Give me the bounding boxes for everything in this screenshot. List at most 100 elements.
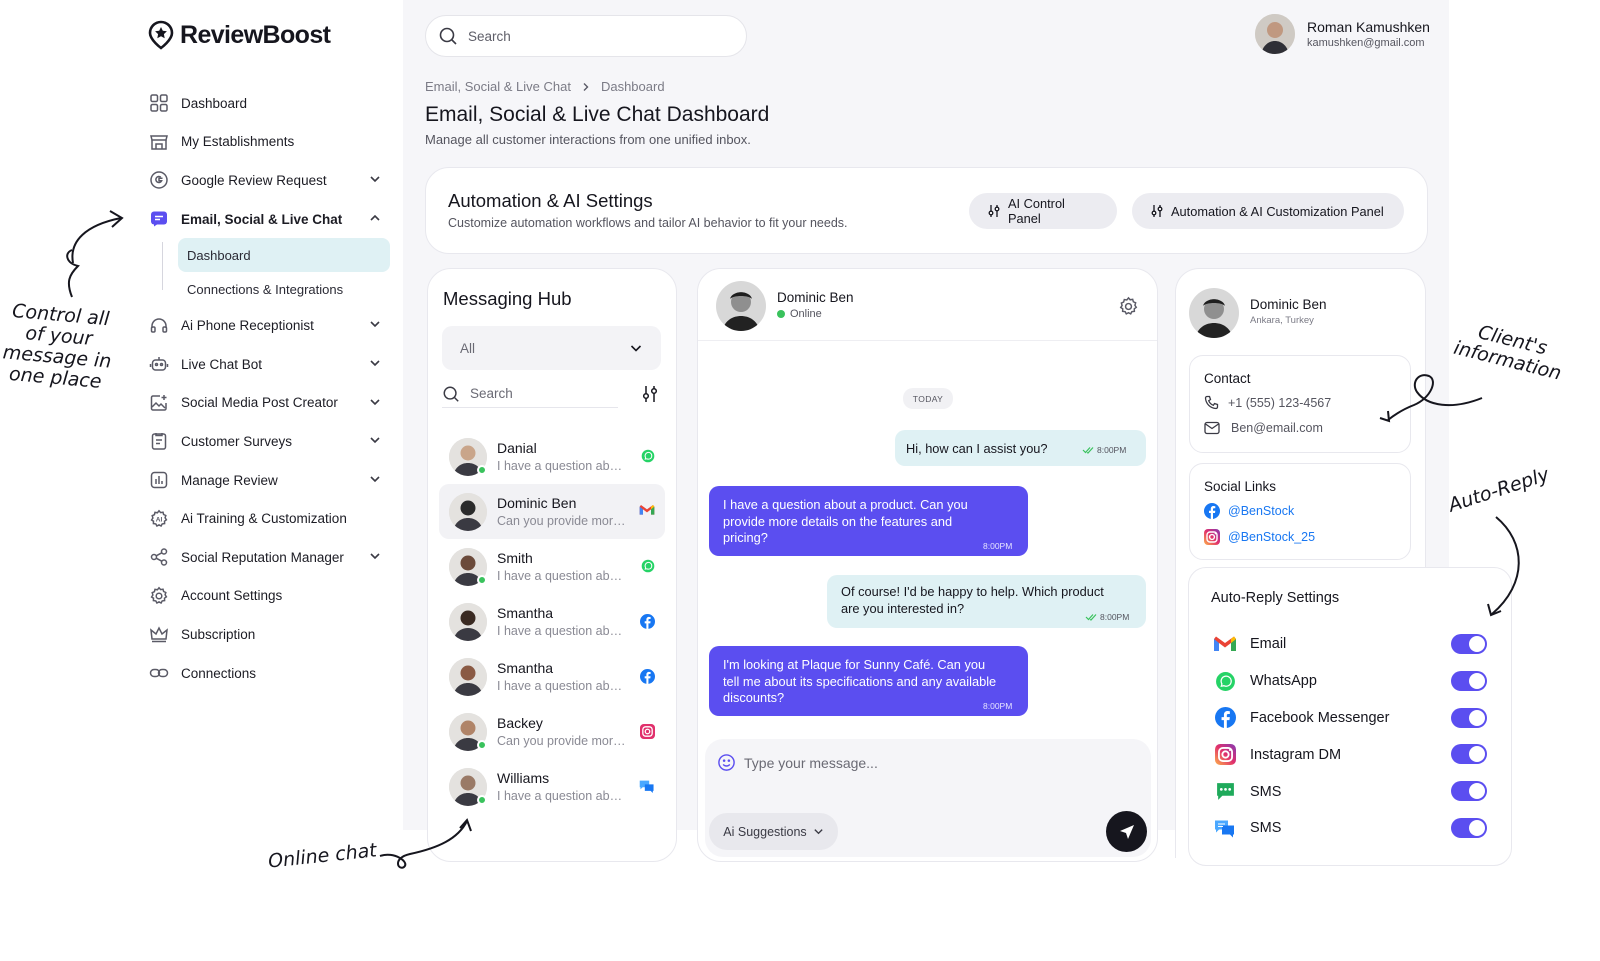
message-time: 8:00PM <box>983 541 1013 551</box>
conversation-item[interactable]: Danial I have a question about… <box>439 429 665 484</box>
conversation-name: Danial <box>497 440 537 456</box>
instagram-icon <box>1204 529 1220 545</box>
conversation-item[interactable]: Dominic Ben Can you provide more details <box>439 484 665 539</box>
logo[interactable]: ReviewBoost <box>148 20 331 50</box>
message-time: 8:00PM <box>983 701 1013 711</box>
facebook-toggle[interactable] <box>1451 707 1487 728</box>
sidebar-item-ai-training-customization[interactable]: AI Ai Training & Customization <box>148 499 393 538</box>
crown-icon <box>148 623 170 645</box>
sidebar-item-google-review-request[interactable]: Google Review Request <box>148 161 393 200</box>
double-check-icon <box>1082 446 1094 454</box>
automation-customization-button[interactable]: Automation & AI Customization Panel <box>1132 193 1404 229</box>
chevron-down-icon[interactable] <box>369 550 381 562</box>
instagram-toggle[interactable] <box>1451 744 1487 765</box>
instagram-icon <box>1213 744 1237 766</box>
sidebar-subitem-connections-integrations[interactable]: Connections & Integrations <box>178 272 390 306</box>
sidebar-item-customer-surveys[interactable]: Customer Surveys <box>148 422 393 461</box>
filter-sliders-icon[interactable] <box>640 384 660 404</box>
sidebar-item-label: Dashboard <box>181 95 248 111</box>
chat-bubbles-icon <box>639 779 655 794</box>
chevron-down-icon[interactable] <box>369 173 381 185</box>
channel-label: SMS <box>1250 820 1282 837</box>
grid-icon <box>148 92 170 114</box>
contact-phone[interactable]: +1 (555) 123-4567 <box>1204 395 1331 411</box>
channel-label: WhatsApp <box>1250 673 1317 690</box>
sms-toggle[interactable] <box>1451 781 1487 802</box>
search-input[interactable]: Search <box>425 15 747 57</box>
chevron-right-icon <box>581 82 591 92</box>
conversation-item[interactable]: Backey Can you provide more details <box>439 704 665 759</box>
sidebar-item-connections[interactable]: Connections <box>148 654 393 693</box>
share-icon <box>148 546 170 568</box>
message-input[interactable]: Type your message... <box>717 753 878 772</box>
contact-title: Contact <box>1204 371 1251 386</box>
ai-suggestions-button[interactable]: Ai Suggestions <box>709 813 838 850</box>
annotation-arrow-auto-reply <box>1487 516 1520 617</box>
whatsapp-icon <box>641 449 655 463</box>
automation-title: Automation & AI Settings <box>448 190 653 211</box>
conversation-item[interactable]: Smantha I have a question about… <box>439 594 665 649</box>
phone-icon <box>1204 395 1220 411</box>
sidebar-item-label: Social Media Post Creator <box>181 395 338 411</box>
sidebar-item-social-reputation-manager[interactable]: Social Reputation Manager <box>148 538 393 577</box>
sidebar-item-label: Google Review Request <box>181 172 327 188</box>
sms-2-toggle[interactable] <box>1451 817 1487 838</box>
emoji-icon[interactable] <box>717 753 736 772</box>
ai-control-panel-button[interactable]: AI Control Panel <box>969 193 1117 229</box>
email-toggle[interactable] <box>1451 634 1487 654</box>
contact-email[interactable]: Ben@email.com <box>1204 421 1323 435</box>
instagram-link[interactable]: @BenStock_25 <box>1204 529 1315 545</box>
sidebar-item-account-settings[interactable]: Account Settings <box>148 577 393 616</box>
online-dot <box>477 575 487 585</box>
breadcrumb-parent[interactable]: Email, Social & Live Chat <box>425 79 571 94</box>
chevron-down-icon[interactable] <box>369 357 381 369</box>
sidebar-item-label: Connections <box>181 665 257 681</box>
page-subtitle: Manage all customer interactions from on… <box>425 132 751 147</box>
annotation-control: Control all of your message in one place <box>2 299 113 393</box>
user-profile[interactable]: Roman Kamushken kamushken@gmail.com <box>1255 14 1430 54</box>
auto-reply-facebook-messenger: Facebook Messenger <box>1213 700 1503 737</box>
sidebar-subitem-dashboard[interactable]: Dashboard <box>178 238 390 273</box>
chat-settings-icon[interactable] <box>1118 296 1139 317</box>
facebook-link[interactable]: @BenStock <box>1204 503 1294 519</box>
client-name: Dominic Ben <box>1250 297 1327 312</box>
input-placeholder: Type your message... <box>744 754 878 771</box>
ai-gear-icon: AI <box>148 508 170 530</box>
sidebar-item-label: Social Reputation Manager <box>181 549 344 565</box>
whatsapp-toggle[interactable] <box>1451 670 1487 691</box>
sidebar-item-ai-phone-receptionist[interactable]: Ai Phone Receptionist <box>148 306 393 345</box>
automation-subtitle: Customize automation workflows and tailo… <box>448 216 848 230</box>
sidebar-item-label: Account Settings <box>181 588 283 604</box>
chevron-down-icon[interactable] <box>369 473 381 485</box>
button-label: Ai Suggestions <box>723 824 807 839</box>
double-check-icon <box>1085 613 1097 621</box>
chevron-down-icon <box>629 341 643 355</box>
conversation-item[interactable]: Smith I have a question about… <box>439 539 665 594</box>
facebook-icon <box>640 669 655 684</box>
conversation-item[interactable]: Smantha I have a question about… <box>439 649 665 704</box>
facebook-icon <box>1204 503 1220 519</box>
filter-select[interactable]: All <box>442 326 661 370</box>
chevron-down-icon[interactable] <box>369 318 381 330</box>
chevron-down-icon[interactable] <box>369 396 381 408</box>
search-placeholder: Search <box>468 28 511 44</box>
sidebar-item-social-media-post-creator[interactable]: Social Media Post Creator <box>148 384 393 423</box>
send-button[interactable] <box>1106 811 1147 852</box>
online-dot <box>477 465 487 475</box>
sidebar-item-live-chat-bot[interactable]: Live Chat Bot <box>148 345 393 384</box>
hub-search-input[interactable]: Search <box>442 380 618 408</box>
whatsapp-icon <box>641 559 655 573</box>
chevron-down-icon[interactable] <box>369 434 381 446</box>
sidebar-item-label: My Establishments <box>181 134 295 150</box>
chevron-up-icon[interactable] <box>369 212 381 224</box>
button-label: AI Control Panel <box>1008 196 1065 226</box>
message-text: I have a question about a product. Can y… <box>723 497 968 545</box>
conversation-item[interactable]: Williams I have a question about… <box>439 759 665 814</box>
sidebar-item-subscription[interactable]: Subscription <box>148 615 393 654</box>
sidebar-item-dashboard[interactable]: Dashboard <box>148 84 393 123</box>
sidebar-item-manage-review[interactable]: Manage Review <box>148 461 393 500</box>
sidebar-item-email-social-live-chat[interactable]: Email, Social & Live Chat <box>148 200 393 239</box>
sidebar-item-my-establishments[interactable]: My Establishments <box>148 123 393 162</box>
instagram-icon <box>640 724 655 739</box>
conversation-preview: I have a question about… <box>497 789 629 803</box>
